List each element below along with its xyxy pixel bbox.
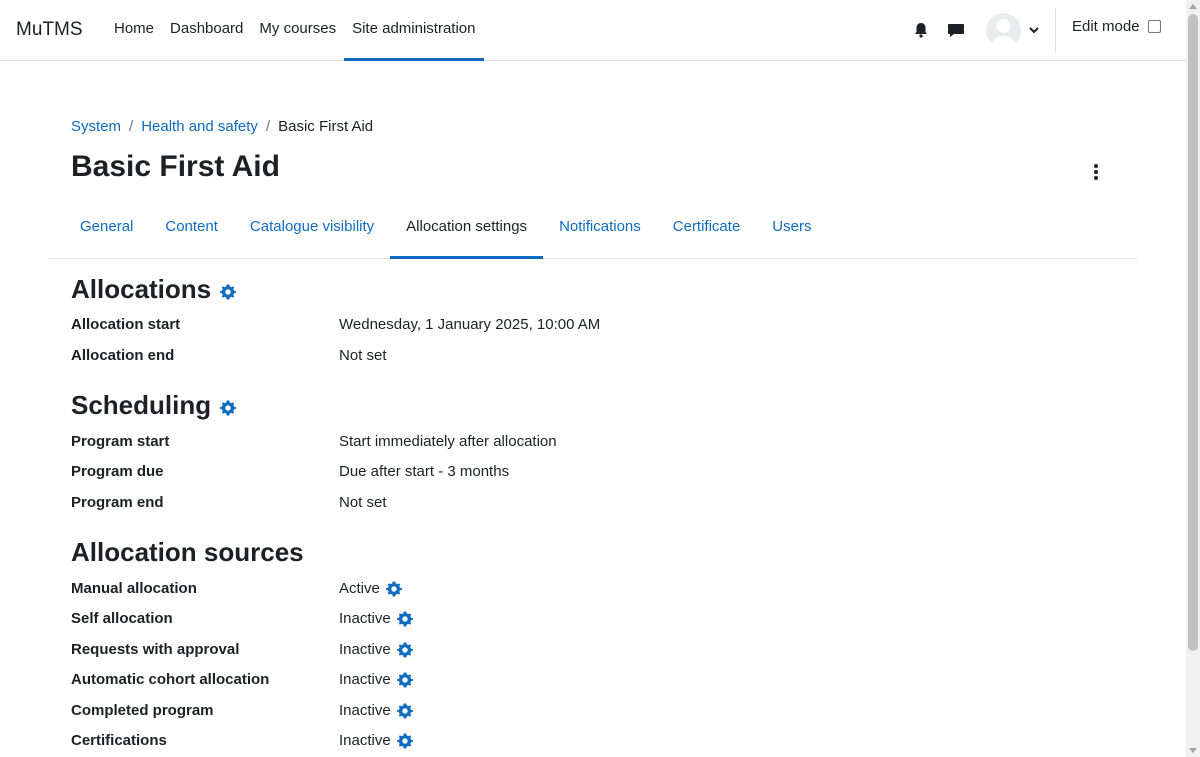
breadcrumb-separator: / (129, 118, 134, 135)
row-value: Start immediately after allocation (339, 433, 557, 450)
row-value: Inactive (339, 732, 413, 749)
source-status: Inactive (339, 702, 391, 719)
row-label: Certifications (71, 732, 167, 749)
tab-certificate[interactable]: Certificate (657, 198, 757, 258)
tab-users[interactable]: Users (756, 198, 827, 258)
scroll-thumb[interactable] (1188, 14, 1198, 651)
row-value: Not set (339, 347, 387, 364)
row-label: Requests with approval (71, 641, 240, 658)
row-value: Active (339, 580, 402, 597)
breadcrumb-system[interactable]: System (71, 118, 121, 135)
gear-icon[interactable] (396, 642, 413, 658)
breadcrumb: System / Health and safety / Basic First… (71, 118, 373, 135)
allocation-end-row: Allocation end Not set (71, 347, 971, 369)
more-actions-icon[interactable] (1088, 163, 1104, 181)
gear-icon[interactable] (396, 733, 413, 749)
breadcrumb-separator: / (265, 118, 271, 135)
site-brand[interactable]: MuTMS (16, 19, 83, 41)
tab-catalogue-visibility[interactable]: Catalogue visibility (234, 198, 390, 258)
allocation-sources-title: Allocation sources (71, 537, 304, 567)
row-label: Program start (71, 433, 170, 450)
gear-icon[interactable] (396, 672, 413, 688)
allocation-sources-heading: Allocation sources (71, 537, 304, 568)
row-label: Allocation end (71, 347, 175, 364)
row-value: Inactive (339, 702, 413, 719)
row-label: Allocation start (71, 316, 181, 333)
row-label: Program end (71, 494, 164, 511)
row-label: Automatic cohort allocation (71, 671, 270, 688)
gear-icon[interactable] (220, 400, 237, 416)
nav-home[interactable]: Home (106, 0, 162, 61)
tab-general[interactable]: General (64, 198, 149, 258)
completed-program-row: Completed program Inactive (71, 702, 971, 724)
row-value: Not set (339, 494, 387, 511)
allocations-heading: Allocations (71, 274, 237, 305)
primary-navigation: Home Dashboard My courses Site administr… (106, 0, 484, 61)
requests-with-approval-row: Requests with approval Inactive (71, 641, 971, 663)
navbar-divider (1055, 8, 1056, 53)
tab-notifications[interactable]: Notifications (543, 198, 657, 258)
breadcrumb-current: Basic First Aid (278, 118, 374, 135)
row-label: Program due (71, 463, 164, 480)
source-status: Inactive (339, 671, 391, 688)
nav-site-administration[interactable]: Site administration (344, 0, 484, 61)
chevron-down-icon[interactable] (1028, 24, 1040, 36)
scheduling-heading: Scheduling (71, 390, 237, 421)
source-status: Inactive (339, 732, 391, 749)
scroll-down-arrow[interactable] (1189, 748, 1197, 753)
gear-icon[interactable] (385, 581, 402, 597)
tab-allocation-settings[interactable]: Allocation settings (390, 198, 543, 259)
source-status: Inactive (339, 610, 391, 627)
row-value: Wednesday, 1 January 2025, 10:00 AM (339, 316, 601, 333)
row-label: Completed program (71, 702, 214, 719)
source-status: Inactive (339, 641, 391, 658)
page-title: Basic First Aid (71, 150, 280, 183)
automatic-cohort-allocation-row: Automatic cohort allocation Inactive (71, 671, 971, 693)
self-allocation-row: Self allocation Inactive (71, 610, 971, 632)
nav-dashboard[interactable]: Dashboard (162, 0, 251, 61)
user-silhouette-icon (991, 19, 1016, 48)
gear-icon[interactable] (396, 611, 413, 627)
allocation-start-row: Allocation start Wednesday, 1 January 20… (71, 316, 971, 338)
manual-allocation-row: Manual allocation Active (71, 580, 971, 602)
program-start-row: Program start Start immediately after al… (71, 433, 971, 455)
vertical-scrollbar[interactable] (1186, 0, 1200, 757)
edit-mode-label[interactable]: Edit mode (1072, 18, 1140, 35)
allocations-title: Allocations (71, 274, 212, 304)
top-navbar: MuTMS Home Dashboard My courses Site adm… (0, 0, 1186, 61)
row-value: Inactive (339, 610, 413, 627)
row-value: Inactive (339, 671, 413, 688)
nav-my-courses[interactable]: My courses (251, 0, 344, 61)
secondary-navigation-tabs: General Content Catalogue visibility All… (48, 198, 1137, 259)
breadcrumb-health-and-safety[interactable]: Health and safety (141, 118, 258, 135)
row-value: Due after start - 3 months (339, 463, 510, 480)
scroll-up-arrow[interactable] (1189, 4, 1197, 9)
row-label: Manual allocation (71, 580, 197, 597)
bell-icon[interactable] (912, 21, 930, 39)
user-avatar[interactable] (986, 13, 1021, 48)
tab-content[interactable]: Content (149, 198, 234, 258)
source-status: Active (339, 580, 380, 597)
scheduling-title: Scheduling (71, 390, 212, 420)
certifications-row: Certifications Inactive (71, 732, 971, 754)
program-due-row: Program due Due after start - 3 months (71, 463, 971, 485)
gear-icon[interactable] (220, 284, 237, 300)
messages-icon[interactable] (947, 21, 965, 39)
gear-icon[interactable] (396, 703, 413, 719)
row-value: Inactive (339, 641, 413, 658)
program-end-row: Program end Not set (71, 494, 971, 516)
edit-mode-checkbox[interactable] (1148, 20, 1161, 33)
row-label: Self allocation (71, 610, 173, 627)
